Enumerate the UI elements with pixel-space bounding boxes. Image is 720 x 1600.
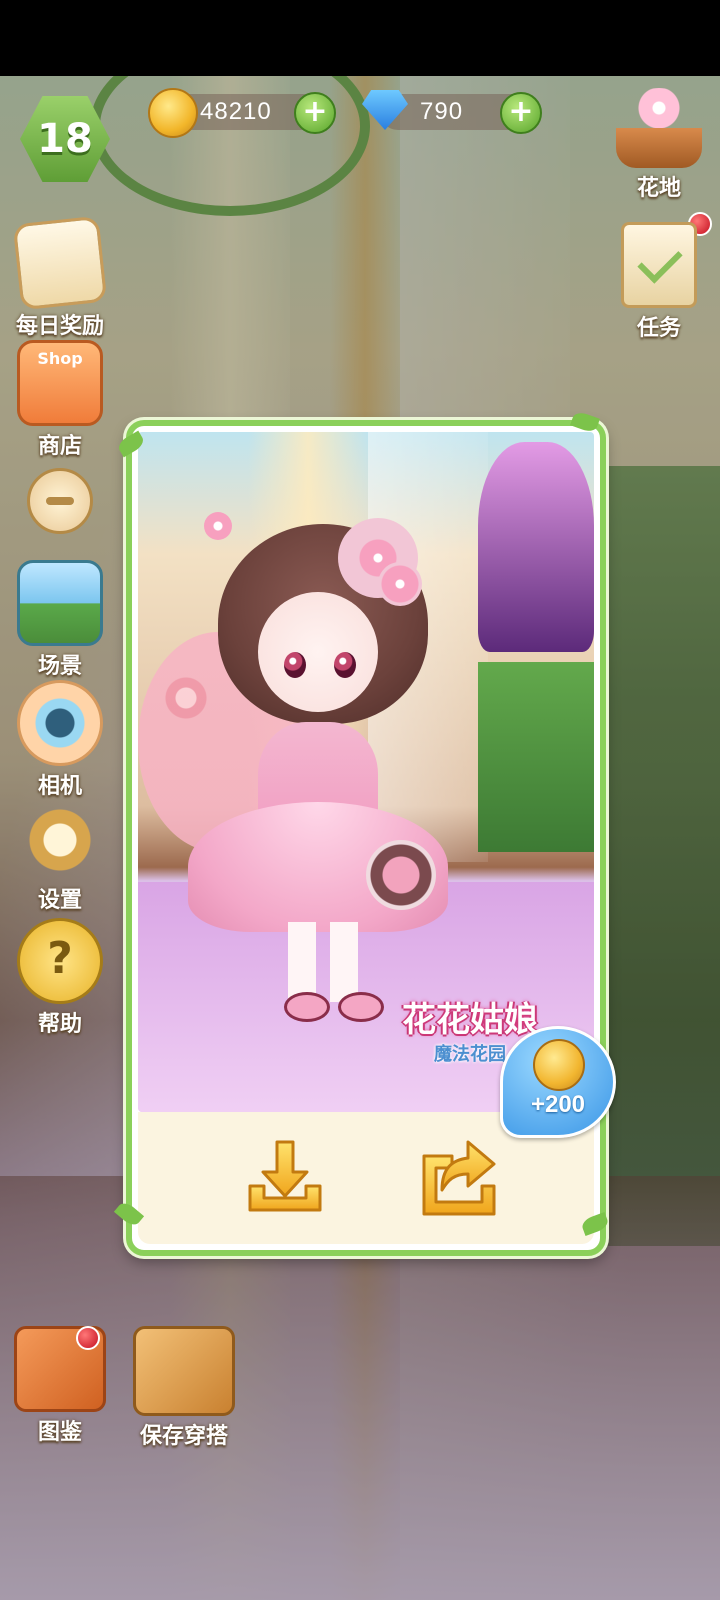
- gear-icon: [20, 800, 100, 880]
- save-outfit-icon: [133, 1326, 235, 1416]
- coin-value: 48210: [200, 98, 272, 125]
- menu-catalog[interactable]: 图鉴: [0, 1326, 120, 1446]
- girl-face: [258, 592, 378, 712]
- pot-flower: [629, 88, 689, 128]
- menu-label: 图鉴: [37, 1420, 82, 1445]
- coin-icon: [148, 88, 198, 138]
- notification-dot: [76, 1326, 100, 1350]
- share-icon: [422, 1140, 496, 1216]
- gem-value: 790: [420, 98, 464, 125]
- menu-label: 设置: [37, 888, 82, 913]
- download-button[interactable]: [242, 1136, 328, 1222]
- menu-label: 任务: [636, 316, 681, 341]
- flower-pot-icon: [616, 88, 702, 168]
- dress-rack: [478, 442, 594, 652]
- menu-tasks[interactable]: 任务: [604, 222, 714, 342]
- menu-label: 商店: [37, 434, 82, 459]
- menu-save-outfit[interactable]: 保存穿搭: [124, 1326, 244, 1450]
- minus-icon: [27, 468, 93, 534]
- menu-camera[interactable]: 相机: [10, 680, 110, 800]
- girl-legs: [288, 922, 358, 1002]
- coin-icon: [533, 1039, 585, 1091]
- level-number: 18: [37, 116, 93, 162]
- check-mark: [637, 238, 683, 284]
- outfit-photo: 花花姑娘 魔法花园: [138, 432, 594, 1112]
- zoom-out-button[interactable]: [10, 468, 110, 534]
- menu-label: 场景: [37, 654, 82, 679]
- menu-label: 帮助: [37, 1012, 82, 1037]
- shop-sign: Shop: [37, 349, 83, 368]
- add-gems-button[interactable]: +: [500, 92, 542, 134]
- menu-flower-field[interactable]: 花地: [604, 88, 714, 236]
- task-icon: [621, 222, 697, 308]
- pot-base: [616, 128, 702, 168]
- share-button[interactable]: [416, 1136, 502, 1222]
- reward-bubble[interactable]: +200: [500, 1026, 616, 1138]
- shoe: [284, 992, 330, 1022]
- hair-flower: [378, 562, 422, 606]
- menu-daily-reward[interactable]: 每日奖励: [10, 215, 110, 340]
- menu-help[interactable]: ? 帮助: [10, 918, 110, 1038]
- menu-shop[interactable]: Shop 商店: [10, 340, 110, 460]
- shoe-shelf: [478, 662, 594, 852]
- flower-bag: [366, 840, 436, 910]
- minus-bar: [46, 497, 74, 505]
- menu-scene[interactable]: 场景: [10, 560, 110, 680]
- eye: [334, 652, 356, 678]
- daily-reward-icon: [12, 215, 108, 311]
- reward-amount: +200: [530, 1091, 586, 1118]
- status-bar: [0, 0, 720, 76]
- scene-icon: [17, 560, 103, 646]
- photo-share-popup: 花花姑娘 魔法花园 +200: [113, 410, 616, 1256]
- shop-icon: Shop: [17, 340, 103, 426]
- gem-counter: 790 +: [362, 90, 542, 134]
- coin-counter: 48210 +: [148, 88, 336, 138]
- flower-decoration: [204, 512, 232, 540]
- menu-label: 每日奖励: [15, 314, 104, 339]
- camera-icon: [17, 680, 103, 766]
- help-icon: ?: [17, 918, 103, 1004]
- download-icon: [248, 1140, 322, 1212]
- menu-label: 保存穿搭: [139, 1424, 228, 1449]
- eye: [284, 652, 306, 678]
- menu-label: 花地: [636, 176, 681, 201]
- add-coins-button[interactable]: +: [294, 92, 336, 134]
- menu-settings[interactable]: 设置: [10, 800, 110, 914]
- menu-label: 相机: [37, 774, 82, 799]
